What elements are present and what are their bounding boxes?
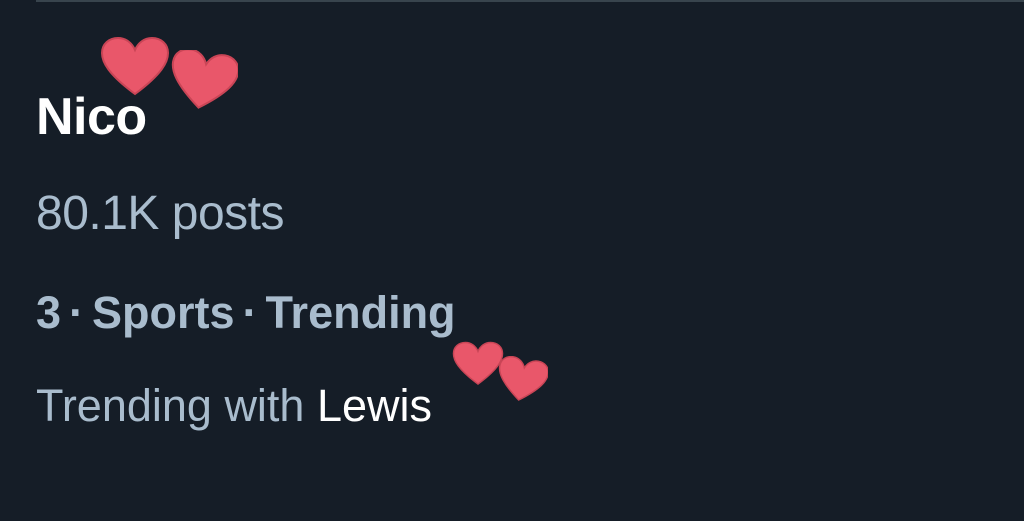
trend-post-count: 80.1K posts	[36, 187, 285, 240]
heart-icon	[100, 36, 170, 96]
trend-context: 3 · Sports · Trending	[36, 282, 456, 344]
heart-icon	[498, 356, 548, 401]
trending-with-link[interactable]: Lewis	[317, 380, 432, 431]
separator-dot: ·	[69, 287, 85, 338]
heart-icon	[171, 50, 238, 109]
trend-label: Trending	[265, 287, 456, 338]
trend-category: Sports	[92, 287, 235, 338]
trending-with-line: Trending with Lewis	[36, 374, 432, 438]
trending-with-prefix: Trending with	[36, 380, 305, 431]
trend-rank: 3	[36, 287, 62, 338]
separator-dot: ·	[242, 287, 258, 338]
